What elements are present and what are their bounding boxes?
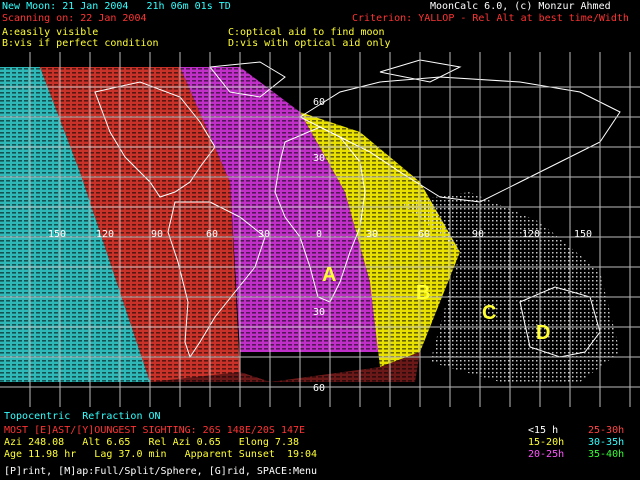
lat-label: 30 <box>313 153 326 164</box>
lon-label: 150 <box>48 229 67 240</box>
lon-label: 120 <box>522 229 541 240</box>
lon-label: 30 <box>366 229 379 240</box>
lat-label: 30 <box>313 307 326 318</box>
scanning-line: Scanning on: 22 Jan 2004 <box>2 13 147 24</box>
zone-letter-a: A <box>322 264 337 286</box>
lon-label: 150 <box>574 229 593 240</box>
lon-label: 30 <box>258 229 271 240</box>
lag-legend-item: 30-35h <box>588 437 625 448</box>
lon-label: 60 <box>206 229 219 240</box>
mooncalc-screen: New Moon: 21 Jan 2004 21h 06m 01s TD Moo… <box>0 0 640 480</box>
topocentric-line: Topocentric Refraction ON <box>4 411 161 422</box>
app-title: MoonCalc 6.0, (c) Monzur Ahmed <box>430 1 611 12</box>
lat-label: 60 <box>313 383 326 394</box>
menu-bar[interactable]: [P]rint, [M]ap:Full/Split/Sphere, [G]rid… <box>4 467 317 477</box>
legend-d: D:vis with optical aid only <box>228 38 391 49</box>
lon-label: 90 <box>151 229 164 240</box>
zone-letter-d: D <box>536 322 551 344</box>
legend-b: B:vis if perfect condition <box>2 38 159 49</box>
legend-c: C:optical aid to find moon <box>228 27 385 38</box>
zone-letter-c: C <box>482 302 497 324</box>
legend-a: A:easily visible <box>2 27 99 38</box>
new-moon-line: New Moon: 21 Jan 2004 21h 06m 01s TD <box>2 1 231 12</box>
lag-legend-item: 15-20h <box>528 437 565 448</box>
criterion-line: Criterion: YALLOP - Rel Alt at best time… <box>352 13 629 24</box>
lon-label: 0 <box>316 229 323 240</box>
age-line: Age 11.98 hr Lag 37.0 min Apparent Sunse… <box>4 449 318 460</box>
lon-label: 120 <box>96 229 115 240</box>
zone-letter-b: B <box>416 282 431 304</box>
lag-legend-item: 25-30h <box>588 425 625 436</box>
lag-legend-item: 20-25h <box>528 449 565 460</box>
lon-label: 60 <box>418 229 431 240</box>
lat-label: 60 <box>313 97 326 108</box>
lag-legend-item: 35-40h <box>588 449 625 460</box>
most-sighting-line[interactable]: MOST [E]AST/[Y]OUNGEST SIGHTING: 26S 148… <box>4 426 305 436</box>
azi-line: Azi 248.08 Alt 6.65 Rel Azi 0.65 Elong 7… <box>4 437 300 448</box>
lon-label: 90 <box>472 229 485 240</box>
lag-legend-item: <15 h <box>528 425 559 436</box>
